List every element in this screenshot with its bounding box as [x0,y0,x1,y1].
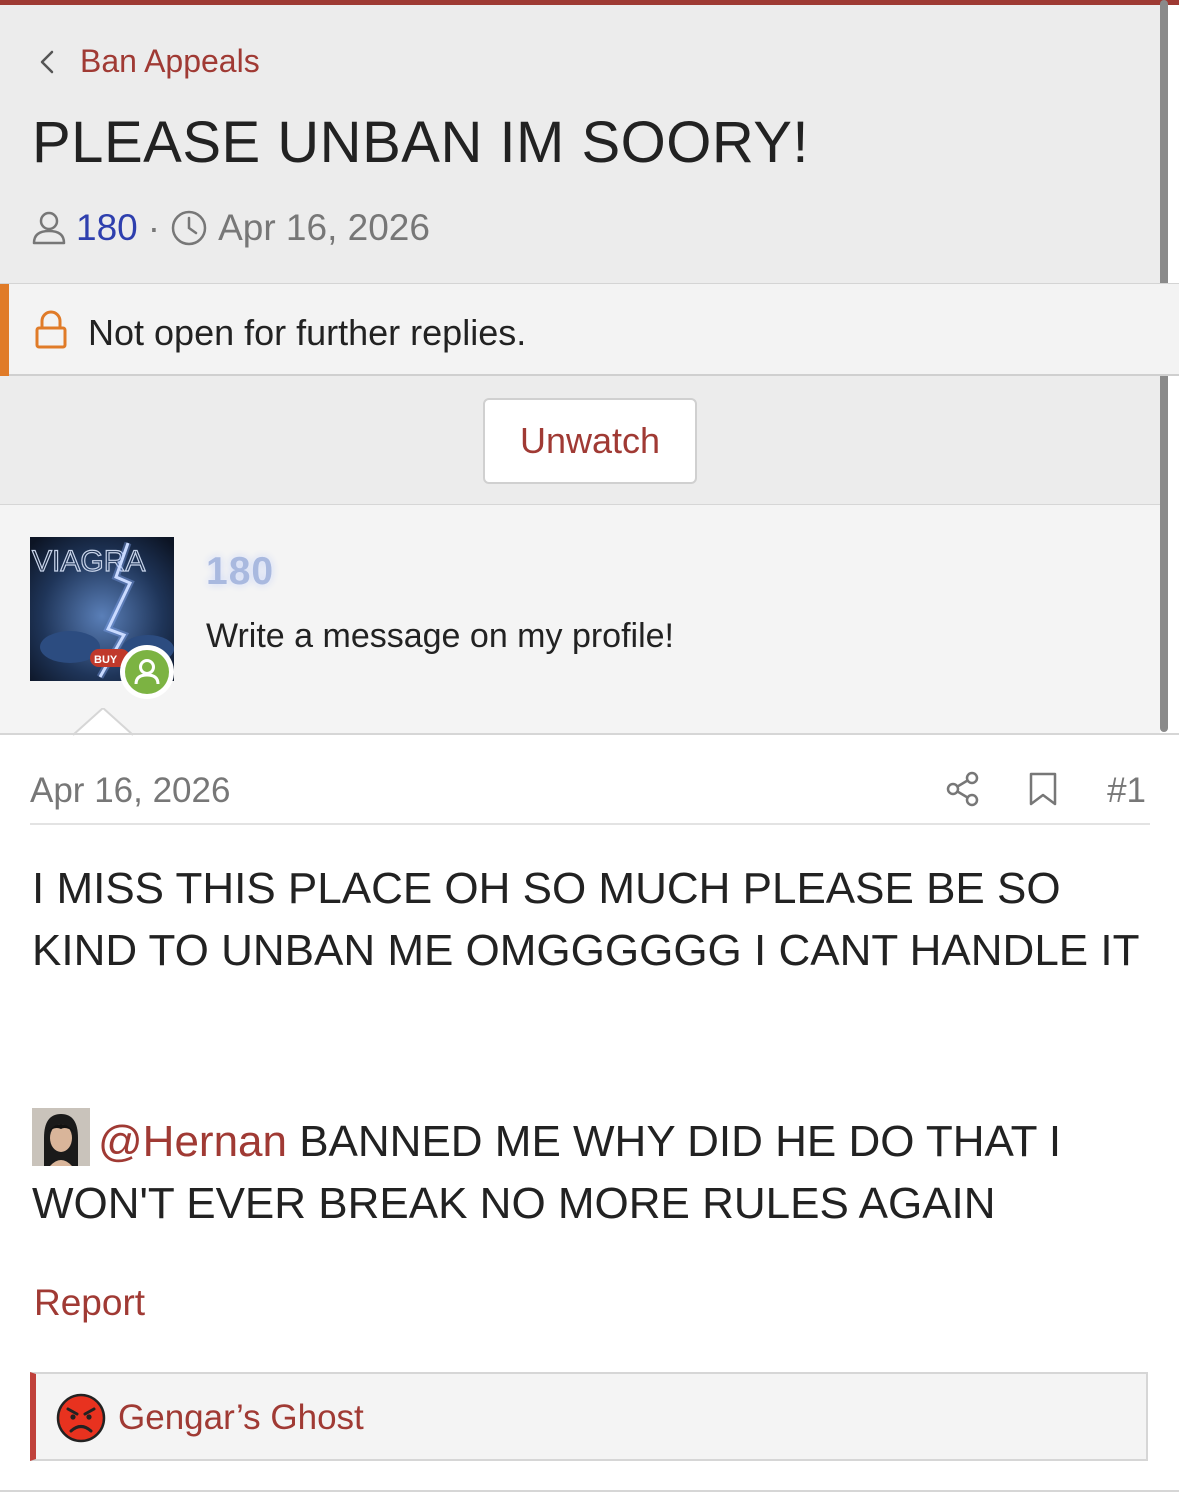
unwatch-button[interactable]: Unwatch [483,398,697,484]
thread-meta: 180 · Apr 16, 2026 [30,207,430,249]
reaction-users-link[interactable]: Gengar’s Ghost [118,1398,364,1438]
bookmark-icon[interactable] [1028,771,1058,807]
report-link[interactable]: Report [34,1282,145,1324]
section-divider [0,733,1179,735]
angry-face-icon [56,1393,106,1443]
thread-header: Ban Appeals PLEASE UNBAN IM SOORY! 180 ·… [0,5,1160,283]
breadcrumb[interactable]: Ban Appeals [36,43,260,80]
mention-avatar-image [32,1108,90,1166]
post-message-paragraph: @Hernan BANNED ME WHY DID HE DO THAT I W… [32,1108,1142,1235]
clock-icon [171,210,207,246]
notice-accent-bar [0,284,9,377]
chevron-left-icon [40,50,54,73]
share-icon[interactable] [946,771,980,807]
post-username[interactable]: 180 [206,550,274,594]
post-user-bar: VIAGRA BUY 180 Write a message on my pro… [0,505,1160,734]
post-header: Apr 16, 2026 #1 [30,755,1150,825]
locked-notice: Not open for further replies. [0,283,1179,377]
post-message-text: I MISS THIS PLACE OH SO MUCH PLEASE BE S… [32,864,1140,975]
thread-author-link[interactable]: 180 [76,207,138,249]
user-icon [32,211,66,245]
bottom-divider [0,1490,1179,1492]
page-title: PLEASE UNBAN IM SOORY! [32,110,810,175]
thread-page: Ban Appeals PLEASE UNBAN IM SOORY! 180 ·… [0,0,1179,1494]
post-number-link[interactable]: #1 [1107,771,1146,811]
avatar-badge-text: BUY [94,654,118,666]
notice-text: Not open for further replies. [88,312,527,353]
message-pointer-arrow [73,708,133,736]
reactions-bar[interactable]: Gengar’s Ghost [30,1372,1148,1461]
mention-link[interactable]: @Hernan [98,1117,287,1166]
thread-action-bar: Unwatch [0,376,1160,505]
user-online-icon [125,650,169,694]
thread-date-link[interactable]: Apr 16, 2026 [218,207,430,249]
user-title: Write a message on my profile! [206,617,674,655]
mention-avatar[interactable] [32,1108,90,1166]
lock-icon [35,310,67,349]
breadcrumb-label[interactable]: Ban Appeals [80,43,260,80]
online-status-badge [120,645,174,699]
post-date-link[interactable]: Apr 16, 2026 [30,771,230,811]
meta-separator: · [147,207,161,248]
